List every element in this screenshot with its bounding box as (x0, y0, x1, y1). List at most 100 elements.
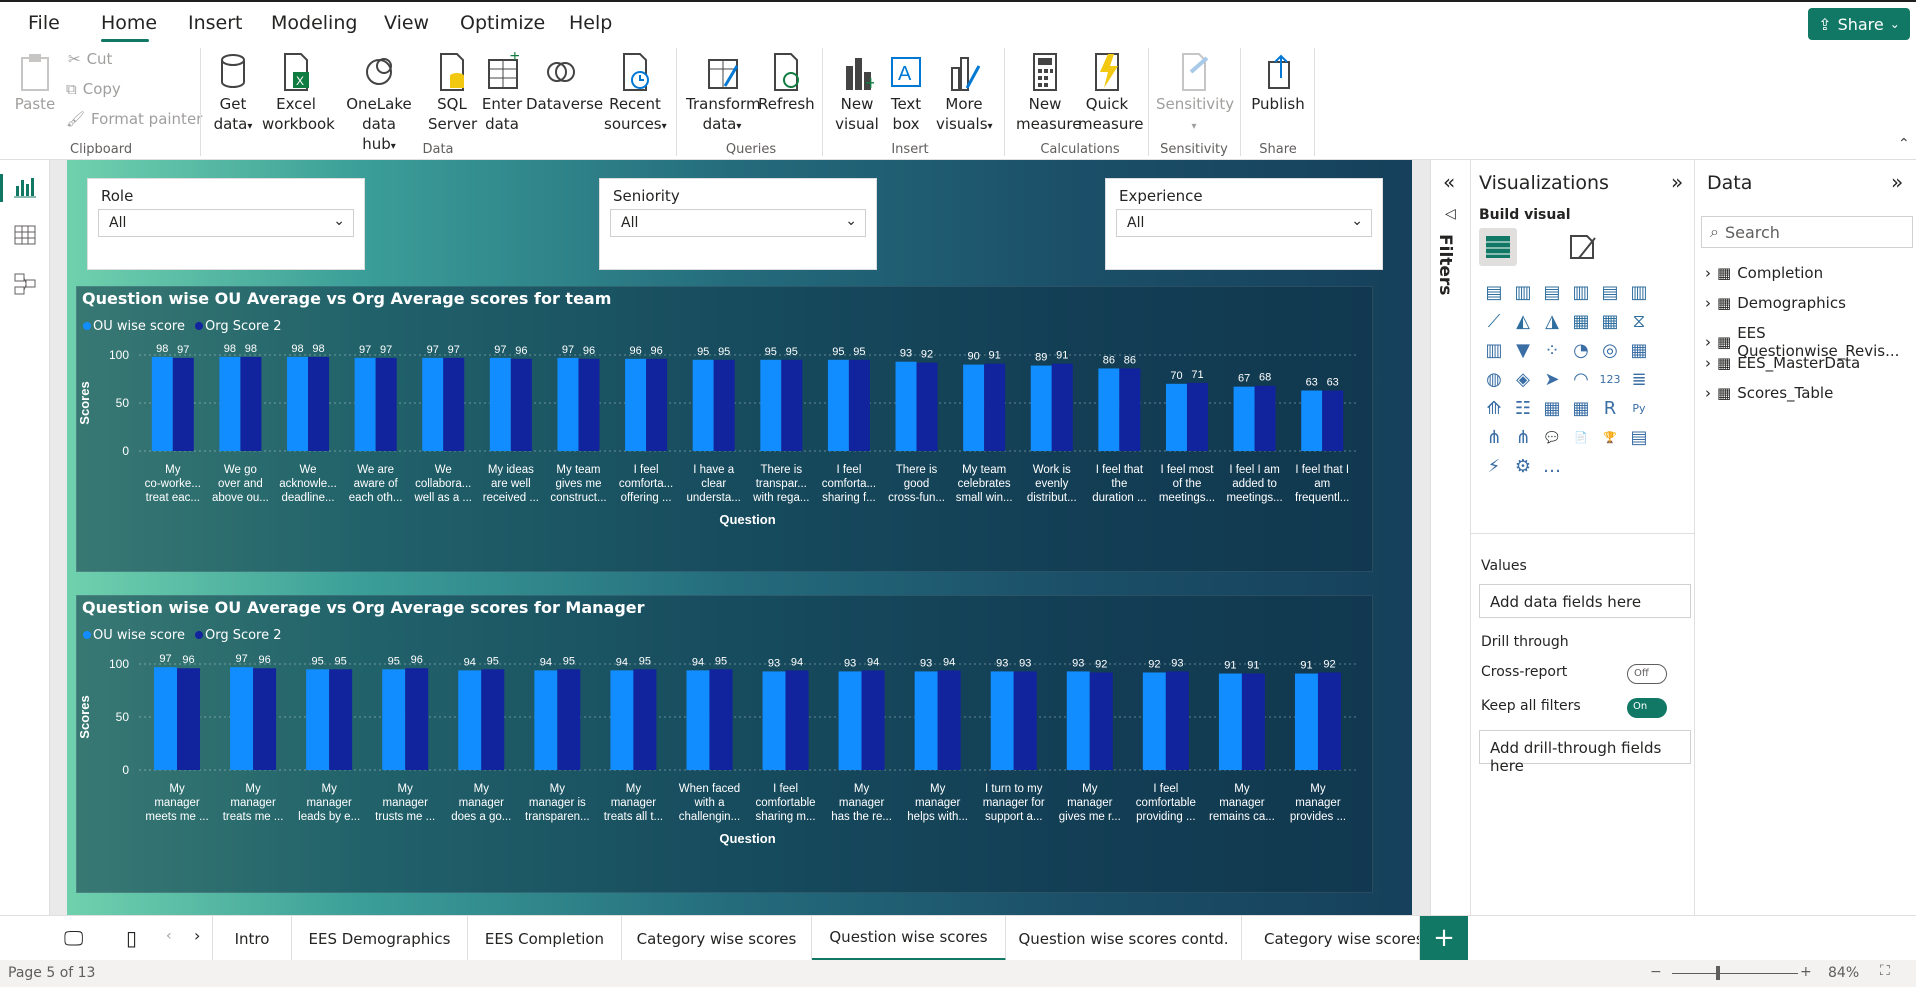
scatter-icon[interactable]: ⁘ (1539, 338, 1565, 364)
line-icon[interactable]: ⟋ (1481, 309, 1507, 335)
more-visuals-button[interactable]: More visuals▾ (936, 52, 993, 137)
publish-button[interactable]: Publish (1250, 52, 1306, 114)
kpi-icon[interactable]: ⟰ (1481, 396, 1507, 422)
funnel-icon[interactable]: ▼ (1510, 338, 1536, 364)
page-tab-ees-completion[interactable]: EES Completion (468, 916, 622, 961)
table-view-icon[interactable] (14, 224, 36, 246)
goals-icon[interactable]: 🏆 (1597, 425, 1623, 451)
menu-view[interactable]: View (384, 12, 429, 34)
mobile-layout-icon[interactable]: ▯ (126, 926, 137, 950)
zoom-slider[interactable] (1672, 973, 1798, 974)
copy-button[interactable]: ⧉ Copy (66, 80, 121, 98)
menu-home[interactable]: Home (101, 12, 157, 34)
new-visual-button[interactable]: + New visual (832, 52, 882, 134)
add-page-button[interactable]: + (1420, 916, 1468, 960)
collapse-ribbon-icon[interactable]: ⌃ (1898, 136, 1910, 152)
decomposition-tree-icon[interactable]: ⋔ (1510, 425, 1536, 451)
table-ees-masterdata[interactable]: › ▦ EES_MasterData (1705, 354, 1860, 372)
format-visual-tab[interactable] (1563, 228, 1601, 266)
zoom-out-icon[interactable]: − (1650, 964, 1662, 980)
next-page-icon[interactable]: › (194, 926, 200, 945)
team-scores-chart[interactable]: Question wise OU Average vs Org Average … (76, 286, 1373, 572)
new-measure-button[interactable]: New measure (1016, 52, 1081, 134)
more-icon[interactable]: … (1539, 454, 1565, 480)
keep-filters-toggle[interactable]: On (1627, 698, 1667, 718)
collapse-data-icon[interactable]: » (1891, 170, 1903, 194)
menu-help[interactable]: Help (569, 12, 612, 34)
menu-optimize[interactable]: Optimize (460, 12, 545, 34)
menu-insert[interactable]: Insert (188, 12, 243, 34)
stacked-column-icon[interactable]: ▥ (1510, 280, 1536, 306)
menu-file[interactable]: File (28, 12, 60, 34)
drill-through-well[interactable]: Add drill-through fields here (1479, 730, 1691, 775)
gauge-icon[interactable]: ◠ (1568, 367, 1594, 393)
100-bar-icon[interactable]: ▤ (1597, 280, 1623, 306)
treemap-icon[interactable]: ▦ (1626, 338, 1652, 364)
area-icon[interactable]: ◭ (1510, 309, 1536, 335)
clustered-column-icon[interactable]: ▥ (1568, 280, 1594, 306)
map-icon[interactable]: ◍ (1481, 367, 1507, 393)
ribbon-icon[interactable]: ⧖ (1626, 309, 1652, 335)
desktop-layout-icon[interactable]: 🖵 (64, 926, 83, 950)
share-button[interactable]: ⇪ Share ⌄ (1808, 8, 1910, 40)
waterfall-icon[interactable]: ▥ (1481, 338, 1507, 364)
line-clustered-icon[interactable]: ▦ (1597, 309, 1623, 335)
stacked-bar-icon[interactable]: ▤ (1481, 280, 1507, 306)
table-icon[interactable]: ▦ (1539, 396, 1565, 422)
values-well[interactable]: Add data fields here (1479, 584, 1691, 618)
page-tab-category-wise[interactable]: Category wise scores (622, 916, 812, 961)
experience-dropdown[interactable]: All ⌄ (1116, 209, 1372, 237)
build-visual-tab[interactable] (1479, 228, 1517, 266)
paginated-icon[interactable]: ▤ (1626, 425, 1652, 451)
excel-workbook-button[interactable]: X Excel workbook (262, 52, 335, 134)
seniority-dropdown[interactable]: All ⌄ (610, 209, 866, 237)
manager-scores-chart[interactable]: Question wise OU Average vs Org Average … (76, 595, 1373, 893)
paste-button[interactable]: Paste (14, 52, 56, 114)
menu-modeling[interactable]: Modeling (271, 12, 357, 34)
filled-map-icon[interactable]: ◈ (1510, 367, 1536, 393)
page-tab-category-wise-m[interactable]: Category wise scores (M (1242, 916, 1420, 961)
model-view-icon[interactable] (14, 272, 36, 296)
filters-pane-collapsed[interactable]: « ◁ Filters (1430, 160, 1470, 915)
zoom-in-icon[interactable]: + (1800, 964, 1812, 980)
power-apps-icon[interactable]: ⚡ (1481, 454, 1507, 480)
role-dropdown[interactable]: All ⌄ (98, 209, 354, 237)
enter-data-button[interactable]: + Enter data (478, 52, 526, 134)
card-icon[interactable]: 123 (1597, 367, 1623, 393)
sql-server-button[interactable]: SQL Server (428, 52, 477, 134)
collapse-viz-icon[interactable]: » (1671, 170, 1683, 194)
stacked-area-icon[interactable]: ◮ (1539, 309, 1565, 335)
key-influencers-icon[interactable]: ⋔ (1481, 425, 1507, 451)
python-visual-icon[interactable]: Py (1626, 396, 1652, 422)
format-painter-button[interactable]: 🖌 Format painter (66, 110, 202, 128)
line-column-icon[interactable]: ▦ (1568, 309, 1594, 335)
matrix-icon[interactable]: ▦ (1568, 396, 1594, 422)
pie-icon[interactable]: ◔ (1568, 338, 1594, 364)
page-tab-question-wise-contd[interactable]: Question wise scores contd. (1006, 916, 1242, 961)
narrative-icon[interactable]: 📄 (1568, 425, 1594, 451)
donut-icon[interactable]: ◎ (1597, 338, 1623, 364)
expand-filters-icon[interactable]: « (1443, 170, 1455, 194)
100-column-icon[interactable]: ▥ (1626, 280, 1652, 306)
transform-data-button[interactable]: Transform data▾ (686, 52, 761, 137)
page-tab-question-wise[interactable]: Question wise scores (812, 916, 1006, 961)
clustered-bar-icon[interactable]: ▤ (1539, 280, 1565, 306)
qa-icon[interactable]: 💬 (1539, 425, 1565, 451)
prev-page-icon[interactable]: ‹ (166, 928, 172, 944)
table-completion[interactable]: › ▦ Completion (1705, 264, 1823, 282)
table-demographics[interactable]: › ▦ Demographics (1705, 294, 1846, 312)
page-tab-intro[interactable]: Intro (212, 916, 292, 961)
r-visual-icon[interactable]: R (1597, 396, 1623, 422)
multi-row-card-icon[interactable]: ≣ (1626, 367, 1652, 393)
zoom-slider-thumb[interactable] (1716, 966, 1720, 980)
report-view-icon[interactable] (14, 176, 36, 198)
text-box-button[interactable]: A Text box (884, 52, 928, 134)
page-tab-ees-demographics[interactable]: EES Demographics (292, 916, 468, 961)
cross-report-toggle[interactable]: Off (1627, 664, 1667, 684)
data-search[interactable]: ⌕ Search (1701, 216, 1913, 248)
fit-to-page-icon[interactable]: ⛶ (1880, 963, 1890, 979)
table-scores[interactable]: › ▦ Scores_Table (1705, 384, 1833, 402)
refresh-button[interactable]: Refresh (758, 52, 815, 114)
slicer-icon[interactable]: ☷ (1510, 396, 1536, 422)
dataverse-button[interactable]: Dataverse (526, 52, 603, 114)
